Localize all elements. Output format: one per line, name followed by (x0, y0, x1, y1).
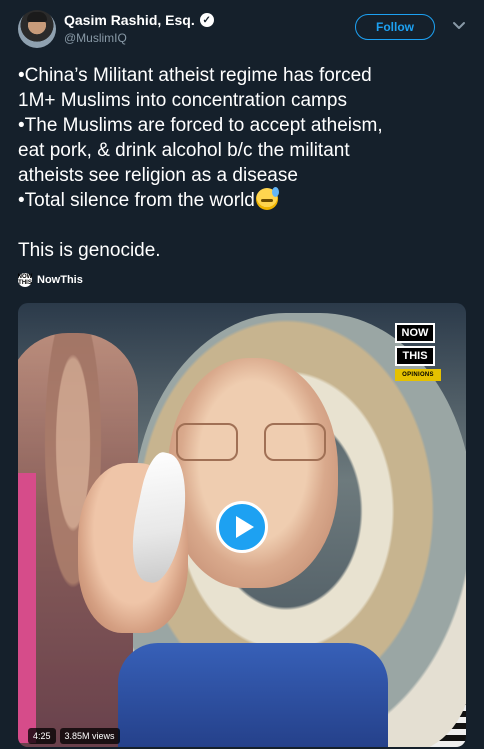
tweet-line: 1M+ Muslims into concentration camps (18, 90, 347, 111)
video-duration: 4:25 (28, 728, 56, 744)
media-source-name[interactable]: NowThis (37, 274, 83, 286)
background-clothing (18, 473, 36, 743)
nowthis-opinions-logo: NOW THIS OPINIONS (395, 323, 443, 395)
author-name-row[interactable]: Qasim Rashid, Esq. ✓ (64, 11, 214, 29)
tweet-header: Qasim Rashid, Esq. ✓ @MuslimIQ Follow (0, 0, 484, 60)
logo-opinions-tag: OPINIONS (395, 369, 441, 381)
chevron-down-icon[interactable] (452, 19, 466, 33)
video-player[interactable]: NOW THIS OPINIONS 4:25 3.85M views (18, 303, 466, 747)
tweet-line: •The Muslims are forced to accept atheis… (18, 115, 383, 136)
logo-now: NOW (395, 323, 435, 343)
tweet-line: eat pork, & drink alcohol b/c the milita… (18, 140, 350, 161)
author-handle[interactable]: @MuslimIQ (64, 31, 127, 45)
tweet-text: •China’s Militant atheist regime has for… (18, 63, 468, 263)
tweet-line: atheists see religion as a disease (18, 165, 298, 186)
play-icon[interactable] (216, 501, 268, 553)
nowthis-logo-icon: NOW THIS (17, 273, 33, 287)
tweet-closing-line: This is genocide. (18, 240, 161, 261)
logo-this: THIS (395, 346, 435, 366)
verified-badge-icon: ✓ (199, 13, 214, 27)
video-meta: 4:25 3.85M views (28, 728, 120, 744)
video-view-count: 3.85M views (59, 728, 120, 744)
crying-woman-face-image (168, 358, 338, 588)
blue-clothing (118, 643, 388, 747)
downcast-sweat-emoji-icon (255, 187, 279, 210)
tweet-line: •Total silence from the world (18, 190, 255, 211)
author-avatar[interactable] (18, 10, 56, 48)
tweet-line: •China’s Militant atheist regime has for… (18, 65, 372, 86)
author-name[interactable]: Qasim Rashid, Esq. (64, 12, 195, 28)
media-source-attribution[interactable]: NOW THIS NowThis (18, 273, 83, 287)
eyeglasses-image (176, 423, 326, 463)
tweet-line-with-emoji: •Total silence from the world (18, 187, 468, 213)
follow-button[interactable]: Follow (355, 14, 435, 40)
